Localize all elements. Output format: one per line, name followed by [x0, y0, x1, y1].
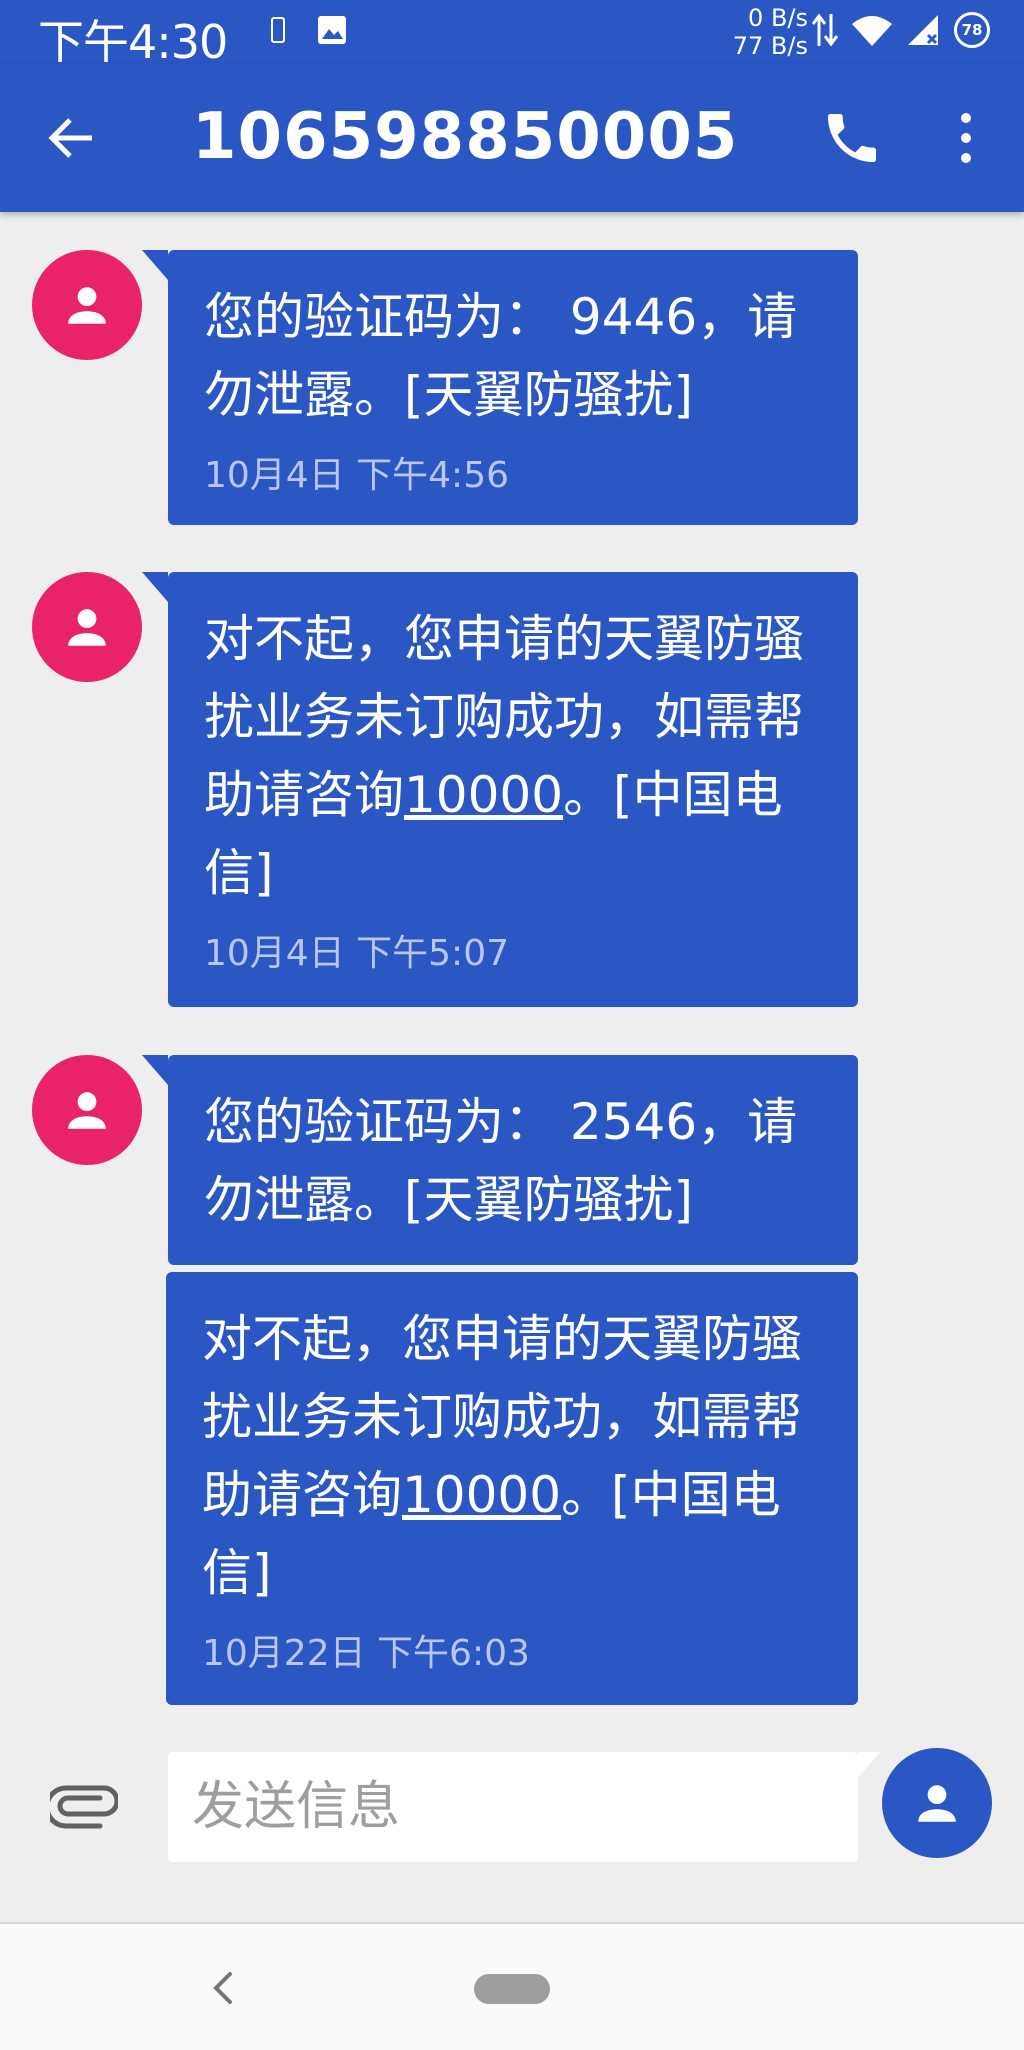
- status-time: 下午4:30: [38, 15, 228, 69]
- data-transfer-icon: [812, 13, 838, 47]
- conversation-title: 106598850005: [192, 100, 739, 174]
- phone-notification-icon: [271, 17, 285, 43]
- more-vert-icon[interactable]: [948, 108, 984, 168]
- message-bubble[interactable]: 对不起，您申请的天翼防骚扰业务未订购成功，如需帮助请咨询10000。[中国电信]…: [142, 572, 858, 1007]
- message-text: 您的验证码为： 2546，请勿泄露。[天翼防骚扰]: [204, 1093, 798, 1229]
- network-speed: 0 B/s 77 B/s: [722, 4, 808, 60]
- person-icon: [918, 1785, 956, 1822]
- wifi-icon: [852, 16, 892, 46]
- status-bar: 下午4:30 0 B/s 77 B/s 78: [0, 0, 1024, 69]
- phone-icon[interactable]: [820, 106, 884, 170]
- person-icon: [68, 1092, 106, 1129]
- battery-icon: 78: [954, 12, 990, 48]
- phone-number-link[interactable]: 10000: [404, 766, 563, 824]
- image-notification-icon: [318, 16, 346, 44]
- app-bar: 106598850005: [0, 64, 1024, 212]
- network-up-speed: 77 B/s: [732, 32, 808, 60]
- paperclip-icon[interactable]: [50, 1778, 118, 1834]
- send-button[interactable]: [882, 1748, 992, 1858]
- sender-avatar[interactable]: [32, 1055, 142, 1165]
- cellular-signal-icon: [908, 15, 938, 45]
- nav-home-pill[interactable]: [474, 1974, 550, 2004]
- person-icon: [68, 287, 106, 324]
- person-icon: [68, 609, 106, 646]
- sender-avatar[interactable]: [32, 250, 142, 360]
- system-nav-bar: [0, 1922, 1024, 2050]
- message-text: 对不起，您申请的天翼防骚扰业务未订购成功，如需帮助请咨询10000。[中国电信]: [202, 1300, 824, 1612]
- message-bubble[interactable]: 您的验证码为： 2546，请勿泄露。[天翼防骚扰]: [142, 1055, 858, 1265]
- message-input[interactable]: 发送信息: [168, 1752, 880, 1862]
- nav-back-icon[interactable]: [208, 1968, 238, 2008]
- phone-number-link[interactable]: 10000: [402, 1466, 561, 1524]
- message-text: 您的验证码为： 9446，请勿泄露。[天翼防骚扰]: [204, 288, 798, 424]
- message-timestamp: 10月4日 下午4:56: [204, 455, 509, 496]
- network-down-speed: 0 B/s: [748, 4, 808, 32]
- back-arrow-icon[interactable]: [44, 110, 100, 166]
- sender-avatar[interactable]: [32, 572, 142, 682]
- message-timestamp: 10月22日 下午6:03: [202, 1633, 530, 1674]
- message-bubble[interactable]: 您的验证码为： 9446，请勿泄露。[天翼防骚扰] 10月4日 下午4:56: [142, 250, 858, 525]
- message-timestamp: 10月4日 下午5:07: [204, 933, 509, 974]
- message-text: 对不起，您申请的天翼防骚扰业务未订购成功，如需帮助请咨询10000。[中国电信]: [204, 600, 824, 912]
- message-bubble[interactable]: 对不起，您申请的天翼防骚扰业务未订购成功，如需帮助请咨询10000。[中国电信]…: [166, 1272, 858, 1705]
